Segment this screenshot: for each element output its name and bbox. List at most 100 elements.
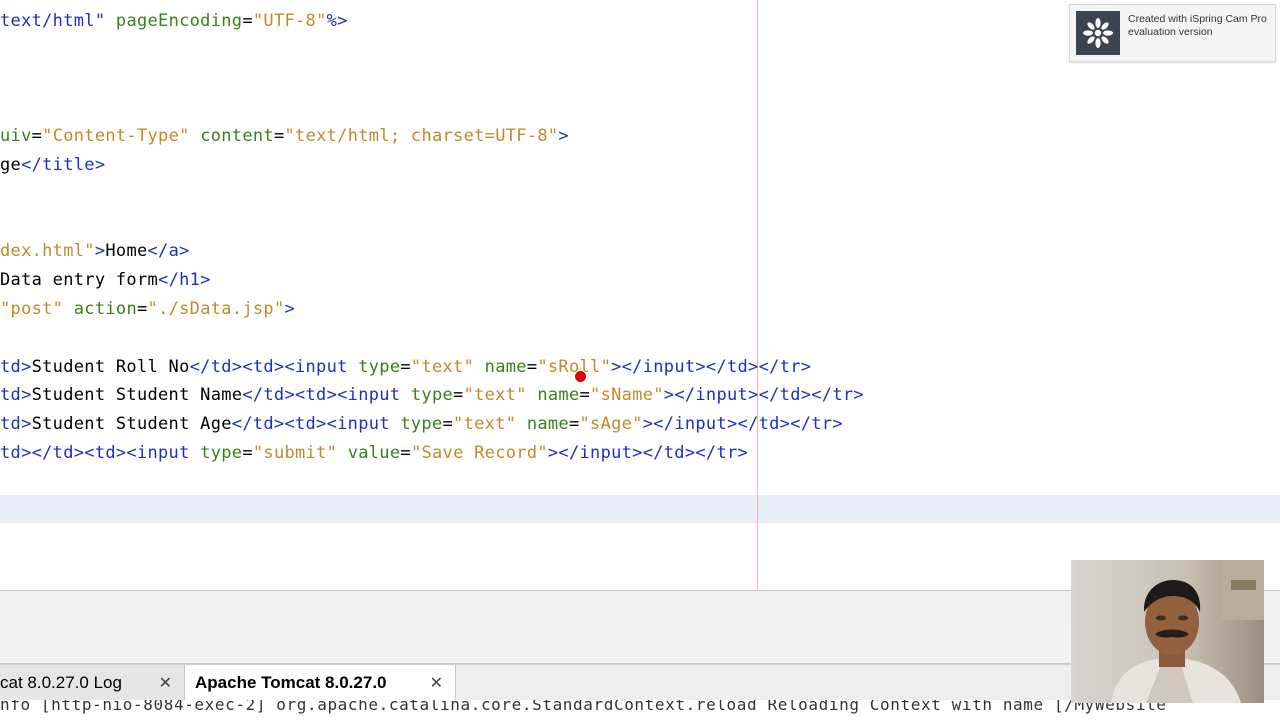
tab-tomcat-log-label: cat 8.0.27.0 Log — [0, 673, 122, 692]
presenter-video-image — [1071, 560, 1264, 703]
output-console[interactable]: nfo [http-nio-8084-exec-2] org.apache.ca… — [0, 700, 1280, 720]
code-token: = — [453, 385, 464, 405]
code-token: dex.html" — [0, 241, 95, 261]
tab-tomcat-log[interactable]: cat 8.0.27.0 Log ✕ — [0, 665, 185, 701]
code-token: type — [200, 443, 243, 463]
code-token: "sAge" — [579, 414, 643, 434]
code-token: ></input></td></tr> — [663, 385, 864, 405]
code-token: name — [484, 357, 527, 377]
code-token: ></input></td></tr> — [611, 357, 812, 377]
code-token: </h1> — [158, 270, 211, 290]
code-line-5: Data entry form</h1> — [0, 266, 211, 294]
code-token: Home — [105, 241, 148, 261]
code-token: Data entry form — [0, 270, 159, 290]
code-token: "text/html; charset=UTF-8" — [284, 126, 559, 146]
right-margin-line — [757, 0, 758, 590]
ispring-logo-icon — [1076, 11, 1120, 55]
code-token: Student Roll No — [31, 357, 190, 377]
code-token: "text" — [453, 414, 517, 434]
code-token: Student Student Age — [31, 414, 232, 434]
code-token: = — [31, 126, 43, 146]
code-token: pageEncoding — [115, 11, 243, 31]
code-line-7: td>Student Roll No</td><td><input type="… — [0, 353, 811, 381]
tab-tomcat-server-label: Apache Tomcat 8.0.27.0 — [195, 673, 387, 692]
code-token: td></td><td><input — [0, 443, 190, 463]
code-token: type — [410, 385, 454, 405]
code-token: "./sData.jsp" — [147, 299, 285, 319]
webcam-overlay — [1071, 560, 1264, 703]
code-token: content — [200, 126, 274, 146]
watermark-line-1: Created with iSpring Cam Pro — [1128, 13, 1267, 25]
code-token: </td><td><input — [242, 385, 401, 405]
code-token: td> — [0, 414, 32, 434]
close-icon[interactable]: ✕ — [430, 673, 443, 693]
watermark-text: Created with iSpring Cam Pro evaluation … — [1128, 13, 1267, 39]
code-line-1: text/html" pageEncoding="UTF-8"%> — [0, 7, 348, 35]
code-line-6: "post" action="./sData.jsp"> — [0, 295, 295, 323]
code-token: text/html" — [0, 11, 106, 31]
code-line-2: uiv="Content-Type" content="text/html; c… — [0, 122, 569, 150]
code-token: td> — [0, 357, 32, 377]
code-token: "text" — [410, 357, 475, 377]
output-log-line: nfo [http-nio-8084-exec-2] org.apache.ca… — [0, 700, 1167, 714]
current-line-highlight — [0, 495, 1280, 523]
code-line-4: dex.html">Home</a> — [0, 237, 190, 265]
code-token: "Save Record" — [410, 443, 548, 463]
code-token: = — [579, 385, 591, 405]
code-token: "submit" — [252, 443, 338, 463]
code-token: > — [284, 299, 296, 319]
close-icon[interactable]: ✕ — [159, 673, 172, 693]
code-token: > — [558, 126, 569, 146]
code-token: "Content-Type" — [42, 126, 190, 146]
code-token: = — [526, 357, 538, 377]
code-token: </a> — [147, 241, 190, 261]
code-token: name — [537, 385, 580, 405]
tab-tomcat-server[interactable]: Apache Tomcat 8.0.27.0 ✕ — [184, 665, 456, 701]
code-line-9: td>Student Student Age</td><td><input ty… — [0, 410, 843, 438]
code-token: type — [400, 414, 443, 434]
code-token: "post" — [0, 299, 64, 319]
ispring-watermark: Created with iSpring Cam Pro evaluation … — [1069, 4, 1276, 62]
code-token: name — [526, 414, 569, 434]
code-token: uiv — [0, 126, 32, 146]
code-token: ></input></td></tr> — [547, 443, 749, 463]
code-token: = — [273, 126, 285, 146]
code-token: </title> — [21, 155, 106, 175]
code-line-3: ge</title> — [0, 151, 105, 179]
code-token: ge — [0, 155, 22, 175]
code-token: = — [136, 299, 148, 319]
code-editor[interactable]: text/html" pageEncoding="UTF-8"%> uiv="C… — [0, 0, 1280, 590]
code-token: action — [73, 299, 137, 319]
code-token: "sName" — [590, 385, 664, 405]
code-token: = — [400, 443, 411, 463]
code-token: = — [242, 11, 253, 31]
code-token: = — [442, 414, 454, 434]
code-token: Student Student Name — [31, 385, 243, 405]
cursor-highlight-dot — [575, 371, 586, 382]
code-token: td> — [0, 385, 32, 405]
code-line-10: td></td><td><input type="submit" value="… — [0, 439, 748, 467]
code-token: > — [94, 241, 106, 261]
code-token: </td><td><input — [231, 414, 390, 434]
code-token: %> — [326, 11, 348, 31]
watermark-line-2: evaluation version — [1128, 26, 1213, 38]
code-line-8: td>Student Student Name</td><td><input t… — [0, 381, 864, 409]
code-token: "UTF-8" — [252, 11, 327, 31]
code-token: "text" — [463, 385, 527, 405]
code-token: </td><td><input — [189, 357, 348, 377]
code-token: type — [358, 357, 401, 377]
code-token: = — [400, 357, 411, 377]
code-token: value — [347, 443, 401, 463]
code-token: = — [568, 414, 580, 434]
